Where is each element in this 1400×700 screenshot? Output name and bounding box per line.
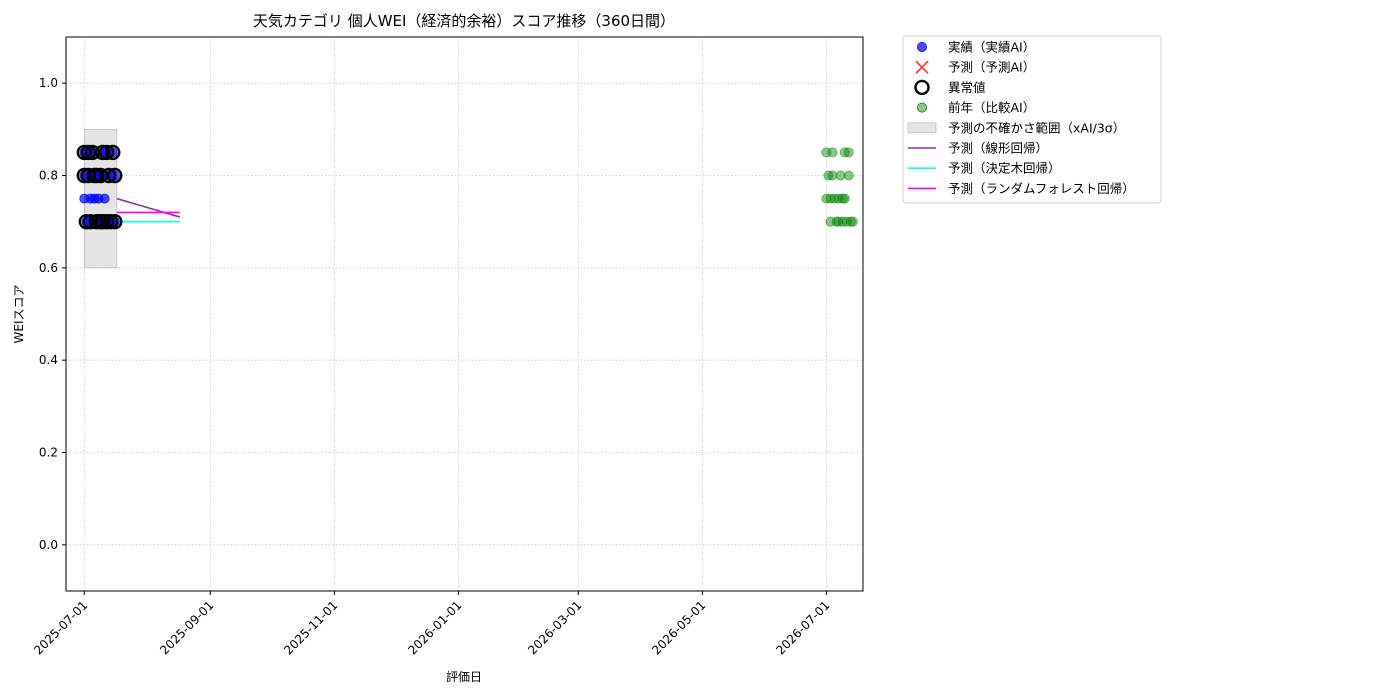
y-axis-label: WEIスコア <box>12 285 26 344</box>
legend-entry-label: 予測（予測AI） <box>948 60 1035 75</box>
plot-frame <box>65 36 864 592</box>
data-point <box>99 193 110 204</box>
legend-entry-label: 前年（比較AI） <box>948 100 1035 115</box>
y-tick-label: 0.6 <box>39 261 58 275</box>
x-tick-label: 2025-07-01 <box>31 598 90 657</box>
legend-entry-label: 予測（線形回帰） <box>948 141 1048 156</box>
data-point <box>847 216 858 227</box>
chart: 天気カテゴリ 個人WEI（経済的余裕）スコア推移（360日間） 0.00.20.… <box>12 12 1162 684</box>
legend-swatch <box>917 42 928 53</box>
y-tick-label: 0.8 <box>39 169 58 183</box>
legend-entry-label: 予測（決定木回帰） <box>948 161 1061 176</box>
x-tick-label: 2026-05-01 <box>649 598 708 657</box>
plot-area <box>66 37 863 591</box>
x-tick-label: 2026-01-01 <box>405 598 464 657</box>
y-tick-label: 0.4 <box>39 353 58 367</box>
y-tick-label: 0.0 <box>39 538 58 552</box>
legend-entry-label: 異常値 <box>948 80 986 95</box>
x-tick-label: 2025-09-01 <box>157 598 216 657</box>
x-tick-label: 2025-11-01 <box>281 598 340 657</box>
y-tick-label: 1.0 <box>39 76 58 90</box>
legend-swatch <box>907 122 937 134</box>
x-tick-label: 2026-07-01 <box>773 598 832 657</box>
x-axis-label: 評価日 <box>446 669 482 684</box>
axes: 0.0 0.2 0.4 0.6 0.8 1.0 2025-07-01 2025-09-01 20… <box>31 36 864 657</box>
x-tick-label: 2026-03-01 <box>525 598 584 657</box>
data-point <box>843 170 854 181</box>
legend-swatch <box>917 102 928 113</box>
forecast-line <box>116 197 181 218</box>
legend-entry-label: 予測（ランダムフォレスト回帰） <box>948 181 1135 196</box>
data-point <box>839 193 850 204</box>
data-point <box>843 147 854 158</box>
y-tick-label: 0.2 <box>39 446 58 460</box>
legend: 実績（実績AI） 予測（予測AI） 異常値前年（比較AI） 予測の不確かさ範囲（xAI… <box>902 35 1162 204</box>
legend-entry-label: 実績（実績AI） <box>948 40 1035 55</box>
chart-title: 天気カテゴリ 個人WEI（経済的余裕）スコア推移（360日間） <box>253 12 675 30</box>
data-point <box>827 147 838 158</box>
legend-entry-label: 予測の不確かさ範囲（xAI/3σ） <box>948 120 1125 135</box>
